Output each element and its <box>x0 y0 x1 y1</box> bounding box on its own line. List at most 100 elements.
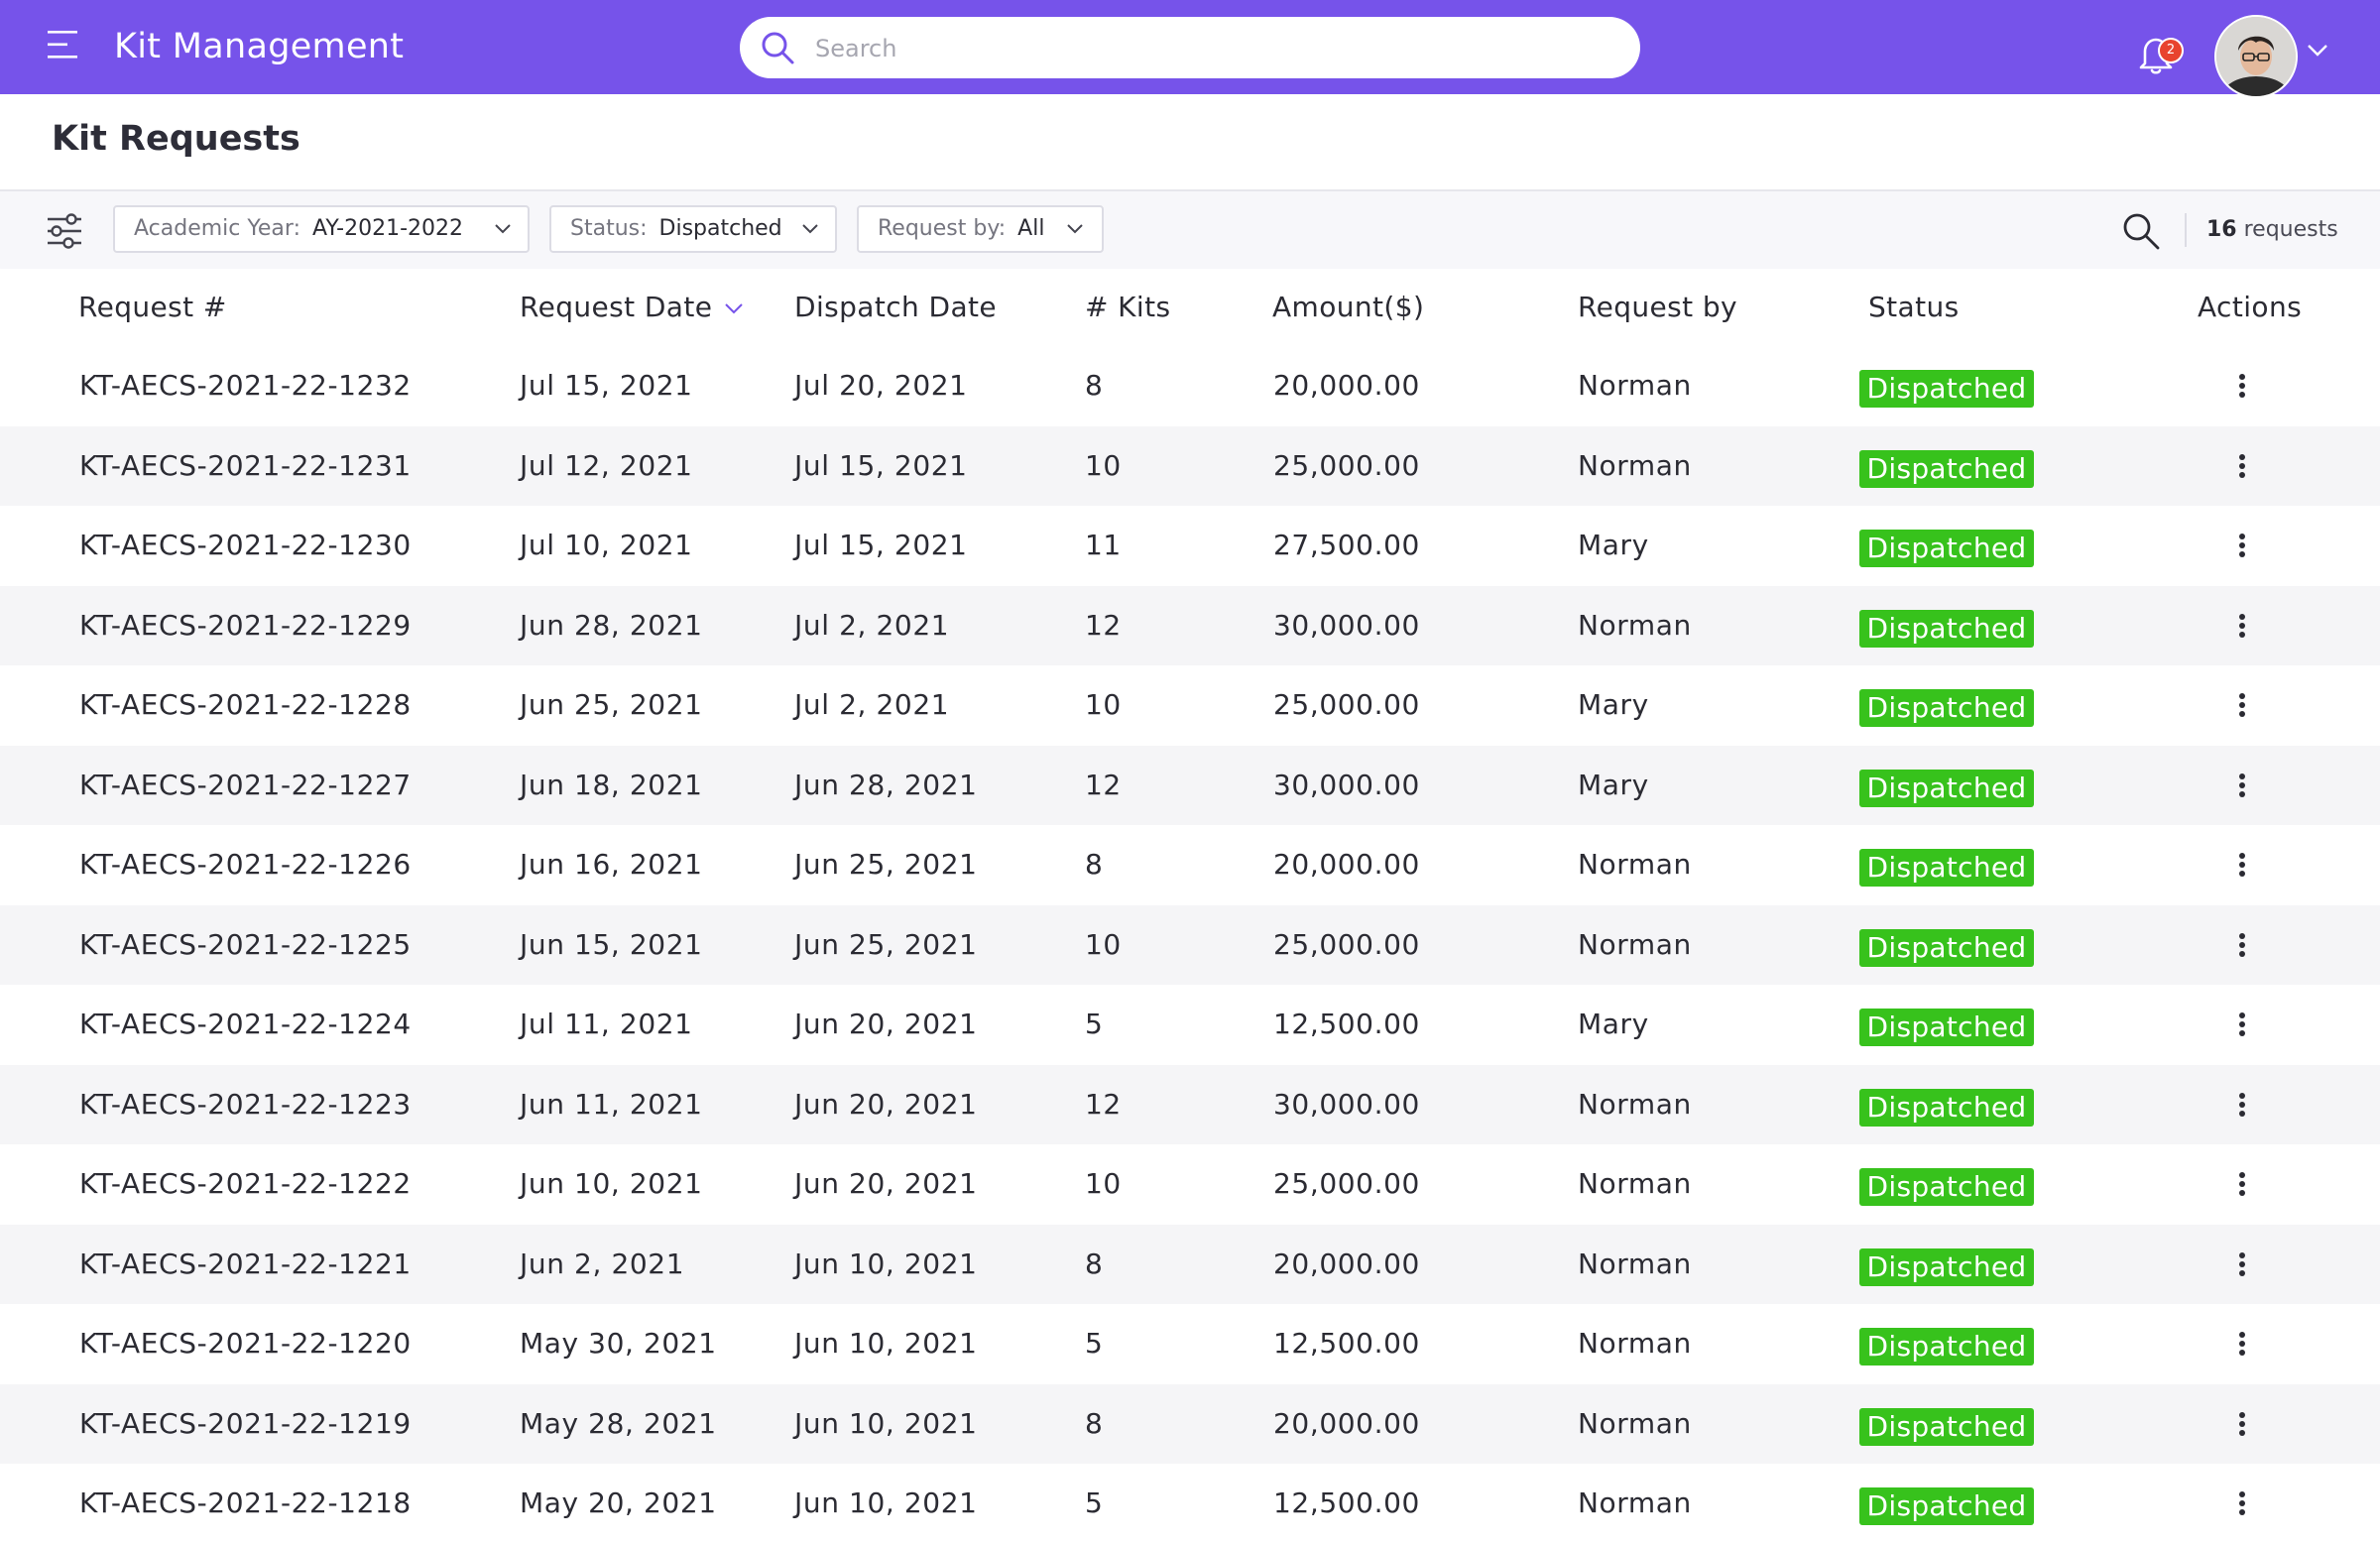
column-header-actions: Actions <box>2198 291 2303 323</box>
column-header-request-by[interactable]: Request by <box>1578 269 1737 346</box>
table-row[interactable]: KT-AECS-2021-22-1219 May 28, 2021 Jun 10… <box>0 1383 2380 1464</box>
status-badge: Dispatched <box>1859 1088 2034 1127</box>
cell-request-date: Jun 11, 2021 <box>520 1087 703 1121</box>
cell-request-date: May 30, 2021 <box>520 1327 717 1360</box>
status-filter[interactable]: Status: Dispatched <box>549 205 837 253</box>
cell-dispatch-date: Jul 2, 2021 <box>794 688 950 721</box>
more-vertical-icon[interactable] <box>2230 1332 2254 1362</box>
column-header-request-number[interactable]: Request # <box>78 269 227 346</box>
cell-amount: 30,000.00 <box>1273 768 1420 801</box>
table-row[interactable]: KT-AECS-2021-22-1220 May 30, 2021 Jun 10… <box>0 1304 2380 1384</box>
cell-request-by: Norman <box>1578 1406 1692 1440</box>
more-vertical-icon[interactable] <box>2230 853 2254 883</box>
menu-icon[interactable] <box>46 28 81 61</box>
cell-request-date: Jul 15, 2021 <box>520 369 693 402</box>
more-vertical-icon[interactable] <box>2230 453 2254 484</box>
filter-sliders-icon[interactable] <box>45 211 84 251</box>
table-row[interactable]: KT-AECS-2021-22-1223 Jun 11, 2021 Jun 20… <box>0 1064 2380 1144</box>
cell-request-date: Jun 16, 2021 <box>520 848 703 881</box>
sort-desc-icon[interactable] <box>724 302 744 314</box>
table-row[interactable]: KT-AECS-2021-22-1232 Jul 15, 2021 Jul 20… <box>0 346 2380 426</box>
status-badge: Dispatched <box>1859 370 2034 408</box>
cell-request-number[interactable]: KT-AECS-2021-22-1224 <box>79 985 412 1064</box>
cell-request-number[interactable]: KT-AECS-2021-22-1221 <box>79 1225 412 1304</box>
cell-kits: 10 <box>1085 1167 1122 1200</box>
cell-request-number[interactable]: KT-AECS-2021-22-1226 <box>79 825 412 904</box>
cell-kits: 12 <box>1085 768 1122 801</box>
column-header-amount[interactable]: Amount($) <box>1272 269 1424 346</box>
more-vertical-icon[interactable] <box>2230 1251 2254 1282</box>
table-row[interactable]: KT-AECS-2021-22-1221 Jun 2, 2021 Jun 10,… <box>0 1224 2380 1304</box>
search-icon[interactable] <box>2121 211 2161 251</box>
cell-dispatch-date: Jun 25, 2021 <box>794 927 978 961</box>
cell-dispatch-date: Jun 20, 2021 <box>794 1008 978 1040</box>
cell-request-date: Jul 12, 2021 <box>520 448 693 482</box>
cell-request-number[interactable]: KT-AECS-2021-22-1229 <box>79 586 412 665</box>
notification-count-badge: 2 <box>2158 38 2184 63</box>
column-header-request-date[interactable]: Request Date <box>520 269 744 346</box>
cell-request-by: Norman <box>1578 1486 1692 1519</box>
more-vertical-icon[interactable] <box>2230 1172 2254 1202</box>
more-vertical-icon[interactable] <box>2230 772 2254 803</box>
cell-request-number[interactable]: KT-AECS-2021-22-1222 <box>79 1144 412 1224</box>
cell-request-by: Norman <box>1578 1167 1692 1200</box>
global-search[interactable] <box>740 17 1640 78</box>
cell-amount: 12,500.00 <box>1273 1327 1420 1360</box>
table-row[interactable]: KT-AECS-2021-22-1229 Jun 28, 2021 Jul 2,… <box>0 585 2380 665</box>
chevron-down-icon <box>802 224 818 234</box>
table-row[interactable]: KT-AECS-2021-22-1224 Jul 11, 2021 Jun 20… <box>0 985 2380 1065</box>
table-row[interactable]: KT-AECS-2021-22-1230 Jul 10, 2021 Jul 15… <box>0 506 2380 586</box>
cell-request-by: Norman <box>1578 369 1692 402</box>
table-row[interactable]: KT-AECS-2021-22-1218 May 20, 2021 Jun 10… <box>0 1464 2380 1544</box>
more-vertical-icon[interactable] <box>2230 1491 2254 1521</box>
cell-dispatch-date: Jul 15, 2021 <box>794 448 968 482</box>
cell-request-by: Norman <box>1578 927 1692 961</box>
status-badge: Dispatched <box>1859 928 2034 967</box>
status-badge: Dispatched <box>1859 530 2034 567</box>
cell-request-number[interactable]: KT-AECS-2021-22-1218 <box>79 1464 412 1543</box>
cell-request-number[interactable]: KT-AECS-2021-22-1230 <box>79 506 412 585</box>
cell-request-date: Jun 15, 2021 <box>520 927 703 961</box>
more-vertical-icon[interactable] <box>2230 613 2254 644</box>
more-vertical-icon[interactable] <box>2230 693 2254 723</box>
avatar[interactable] <box>2214 15 2298 98</box>
column-header-dispatch-date[interactable]: Dispatch Date <box>794 269 997 346</box>
cell-request-number[interactable]: KT-AECS-2021-22-1228 <box>79 665 412 745</box>
cell-request-date: Jul 11, 2021 <box>520 1008 693 1040</box>
cell-request-by: Norman <box>1578 848 1692 881</box>
cell-amount: 12,500.00 <box>1273 1008 1420 1040</box>
cell-amount: 20,000.00 <box>1273 848 1420 881</box>
cell-request-number[interactable]: KT-AECS-2021-22-1219 <box>79 1384 412 1464</box>
cell-request-number[interactable]: KT-AECS-2021-22-1231 <box>79 426 412 506</box>
table-row[interactable]: KT-AECS-2021-22-1227 Jun 18, 2021 Jun 28… <box>0 745 2380 825</box>
cell-request-number[interactable]: KT-AECS-2021-22-1225 <box>79 905 412 985</box>
cell-request-number[interactable]: KT-AECS-2021-22-1223 <box>79 1065 412 1144</box>
table-row[interactable]: KT-AECS-2021-22-1228 Jun 25, 2021 Jul 2,… <box>0 665 2380 746</box>
table-row[interactable]: KT-AECS-2021-22-1226 Jun 16, 2021 Jun 25… <box>0 825 2380 905</box>
status-badge: Dispatched <box>1859 449 2034 488</box>
column-header-status[interactable]: Status <box>1868 269 1960 346</box>
more-vertical-icon[interactable] <box>2230 534 2254 563</box>
status-badge: Dispatched <box>1859 769 2034 807</box>
more-vertical-icon[interactable] <box>2230 374 2254 404</box>
cell-kits: 5 <box>1085 1008 1104 1040</box>
table-row[interactable]: KT-AECS-2021-22-1225 Jun 15, 2021 Jun 25… <box>0 904 2380 985</box>
cell-request-number[interactable]: KT-AECS-2021-22-1220 <box>79 1304 412 1383</box>
more-vertical-icon[interactable] <box>2230 1092 2254 1123</box>
table-row[interactable]: KT-AECS-2021-22-1231 Jul 12, 2021 Jul 15… <box>0 425 2380 506</box>
search-input[interactable] <box>813 25 1610 72</box>
page-title: Kit Requests <box>52 119 300 159</box>
more-vertical-icon[interactable] <box>2230 1012 2254 1042</box>
cell-kits: 8 <box>1085 848 1104 881</box>
cell-request-number[interactable]: KT-AECS-2021-22-1232 <box>79 346 412 425</box>
column-header-kits[interactable]: # Kits <box>1085 269 1170 346</box>
request-by-filter[interactable]: Request by: All <box>857 205 1104 253</box>
cell-request-number[interactable]: KT-AECS-2021-22-1227 <box>79 746 412 825</box>
academic-year-filter[interactable]: Academic Year: AY-2021-2022 <box>113 205 530 253</box>
table-row[interactable]: KT-AECS-2021-22-1222 Jun 10, 2021 Jun 20… <box>0 1144 2380 1225</box>
more-vertical-icon[interactable] <box>2230 932 2254 963</box>
chevron-down-icon[interactable] <box>2307 44 2328 58</box>
cell-dispatch-date: Jun 28, 2021 <box>794 768 978 801</box>
request-by-filter-value: All <box>1017 216 1045 241</box>
more-vertical-icon[interactable] <box>2230 1411 2254 1442</box>
